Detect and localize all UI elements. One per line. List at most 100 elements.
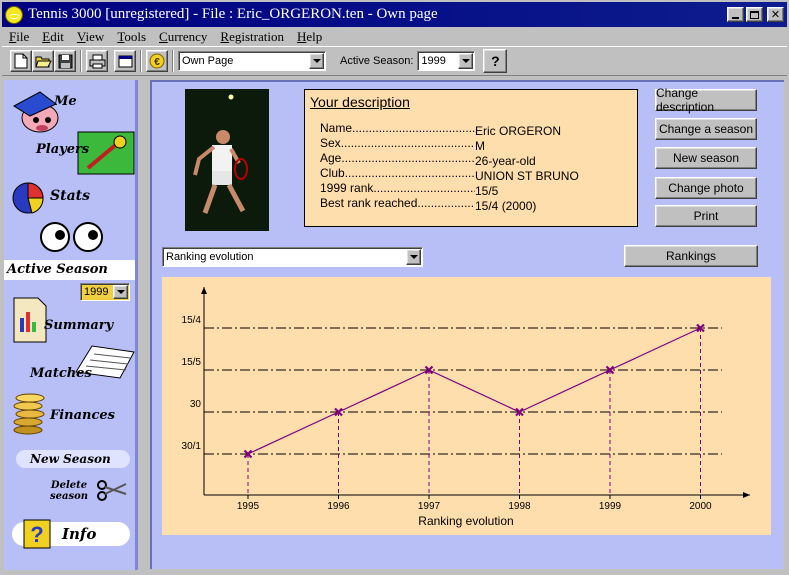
active-season-label: Active Season: [340, 55, 414, 67]
row-label: Club [320, 166, 475, 180]
eyes-icon [40, 222, 103, 252]
player-photo [185, 89, 269, 231]
rankings-button[interactable]: Rankings [624, 245, 758, 267]
tennis-ball-icon [5, 5, 23, 24]
menu-help[interactable]: Help [290, 29, 328, 45]
coin-stack-icon [13, 393, 45, 435]
close-button[interactable]: ✕ [767, 7, 784, 22]
title-bar[interactable]: Tennis 3000 [unregistered] - File : Eric… [0, 0, 789, 27]
row-label: 1999 rank [320, 181, 475, 195]
row-value: Eric ORGERON [475, 124, 562, 138]
row-label: Best rank reached [320, 196, 475, 210]
currency-button[interactable]: € [146, 50, 168, 72]
nav-summary[interactable]: Summary [44, 318, 113, 333]
menu-tools[interactable]: Tools [110, 29, 152, 45]
info-question-icon: ? [23, 519, 51, 549]
menu-registration[interactable]: Registration [213, 29, 290, 45]
change-description-button[interactable]: Change description [655, 86, 757, 114]
row-label: Age [320, 151, 475, 165]
toolbar: € Own Page Active Season: 1999 ? [2, 46, 787, 76]
page-select[interactable]: Own Page [178, 51, 326, 71]
maximize-button[interactable] [746, 7, 763, 22]
nav-delete-season[interactable]: Delete season [44, 480, 94, 502]
ranking-chart-svg: 30/1 30 15/5 15/4 1995 1996 1997 1998 1999 2000 Ra… [182, 287, 750, 528]
y-tick-label: 30 [190, 399, 202, 410]
x-tick-label: 1995 [237, 501, 260, 512]
window-button[interactable] [114, 50, 136, 72]
nav-info[interactable]: Info [62, 525, 96, 543]
chart-type-select[interactable]: Ranking evolution [162, 247, 423, 267]
menu-view[interactable]: View [70, 29, 110, 45]
row-value: 15/4 (2000) [475, 199, 537, 213]
window-title: Tennis 3000 [unregistered] - File : Eric… [28, 6, 438, 22]
new-file-button[interactable] [10, 50, 32, 72]
print-icon [89, 54, 105, 68]
save-button[interactable] [54, 50, 76, 72]
x-axis-arrow [743, 492, 750, 498]
coin-icon: € [149, 53, 165, 69]
chevron-down-icon[interactable] [309, 53, 324, 69]
nav-stats[interactable]: Stats [50, 188, 90, 204]
toolbar-separator [80, 50, 82, 72]
print-button[interactable]: Print [655, 205, 757, 227]
window-icon [118, 55, 132, 67]
menu-edit[interactable]: Edit [35, 29, 70, 45]
description-title: Your description [310, 94, 410, 110]
info-row-best-rank: Best rank reached15/4 (2000) [320, 196, 536, 213]
tennis-player-image [185, 89, 269, 231]
chevron-down-icon[interactable] [406, 249, 421, 265]
print-button[interactable] [86, 50, 108, 72]
menu-file[interactable]: File [2, 29, 35, 45]
x-tick-label: 2000 [689, 501, 712, 512]
close-icon: ✕ [770, 8, 781, 21]
new-file-icon [14, 53, 28, 69]
x-tick-label: 1998 [508, 501, 531, 512]
y-tick-label: 15/4 [182, 315, 202, 326]
toolbar-separator [140, 50, 142, 72]
nav-new-season[interactable]: New Season [30, 452, 111, 466]
series-line [247, 327, 701, 455]
page-select-value: Own Page [182, 55, 234, 67]
svg-text:?: ? [30, 522, 43, 547]
svg-text:€: € [154, 57, 160, 68]
minimize-icon [732, 17, 739, 19]
toolbar-separator [172, 50, 174, 72]
pie-chart-icon [12, 182, 44, 214]
chevron-down-icon[interactable] [113, 285, 128, 299]
nav-players[interactable]: Players [36, 142, 89, 157]
y-axis-arrow [201, 287, 207, 294]
minimize-button[interactable] [727, 7, 744, 22]
x-tick-label: 1996 [327, 501, 350, 512]
menu-currency[interactable]: Currency [152, 29, 213, 45]
chevron-down-icon[interactable] [458, 53, 474, 69]
help-button[interactable]: ? [483, 49, 508, 73]
save-disk-icon [58, 54, 72, 68]
season-select[interactable]: 1999 [417, 51, 476, 71]
nav-matches[interactable]: Matches [30, 366, 92, 381]
y-tick-label: 30/1 [182, 441, 202, 452]
ranking-chart: 30/1 30 15/5 15/4 1995 1996 1997 1998 1999 2000 Ra… [162, 277, 771, 535]
x-tick-label: 1997 [418, 501, 441, 512]
open-folder-icon [34, 56, 52, 68]
new-season-button[interactable]: New season [655, 147, 757, 169]
maximize-icon [750, 10, 759, 19]
description-card: Your description NameEric ORGERON SexM A… [304, 89, 638, 227]
row-label: Name [320, 121, 475, 135]
sidebar-season-select[interactable]: 1999 [80, 283, 130, 301]
x-axis-label: Ranking evolution [418, 514, 513, 528]
row-label: Sex [320, 136, 475, 150]
change-photo-button[interactable]: Change photo [655, 177, 757, 199]
menu-bar: File Edit View Tools Currency Registrati… [2, 27, 787, 46]
nav-finances[interactable]: Finances [50, 408, 115, 423]
nav-me[interactable]: Me [54, 94, 77, 109]
x-tick-label: 1999 [599, 501, 622, 512]
nav-active-season: Active Season [7, 262, 108, 277]
sidebar: Me Players Stats Active Season 1999 Summ… [4, 80, 138, 570]
sidebar-season-value: 1999 [84, 286, 109, 298]
chart-type-value: Ranking evolution [166, 251, 254, 263]
season-select-value: 1999 [421, 55, 446, 67]
open-folder-button[interactable] [32, 50, 54, 72]
scissors-icon [97, 480, 127, 501]
change-season-button[interactable]: Change a season [655, 118, 757, 140]
y-tick-label: 15/5 [182, 357, 202, 368]
